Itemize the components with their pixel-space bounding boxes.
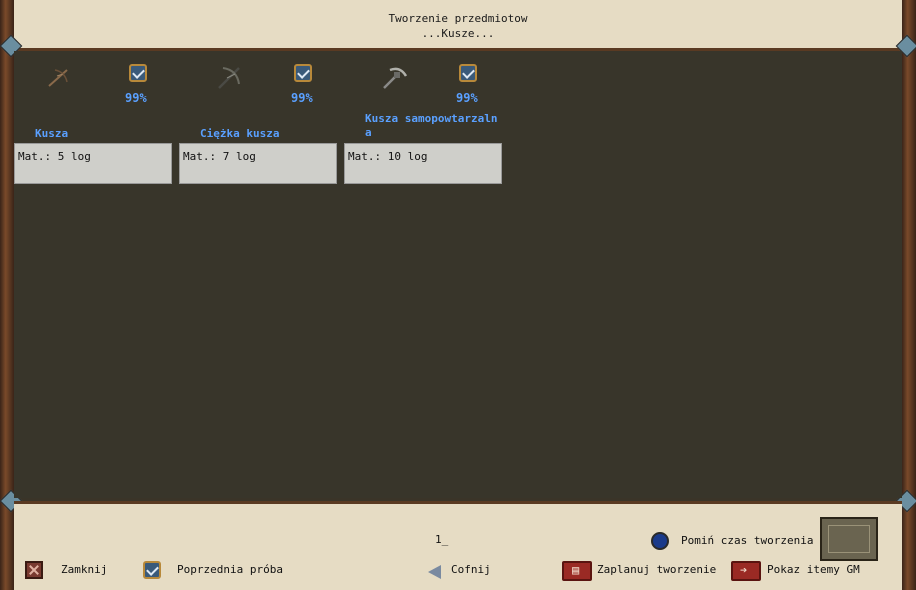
item-name: Kusza samopowtarzaln a bbox=[365, 112, 497, 140]
window-header: Tworzenie przedmiotow ...Kusze... bbox=[14, 0, 902, 51]
back-button[interactable]: Cofnij bbox=[451, 563, 491, 576]
crossbow-icon[interactable] bbox=[45, 64, 73, 92]
heavy-crossbow-icon[interactable] bbox=[215, 64, 243, 92]
page-number: 1_ bbox=[435, 533, 449, 546]
skip-time-radio[interactable] bbox=[651, 532, 669, 550]
success-chance: 99% bbox=[291, 91, 313, 105]
repeating-crossbow-icon[interactable] bbox=[380, 64, 408, 92]
material-text: Mat.: 7 log bbox=[183, 150, 256, 163]
show-gm-items-button[interactable]: Pokaz itemy GM bbox=[767, 563, 860, 576]
select-checkbox[interactable] bbox=[129, 64, 147, 82]
close-icon[interactable] bbox=[25, 561, 43, 579]
plan-scroll-icon[interactable] bbox=[562, 561, 592, 581]
select-checkbox[interactable] bbox=[459, 64, 477, 82]
items-area: 99% Kusza Mat.: 5 log 99% Ciężka kusza M… bbox=[14, 51, 902, 498]
window-subtitle: ...Kusze... bbox=[421, 27, 495, 40]
crafting-window: Tworzenie przedmiotow ...Kusze... 99% Ku… bbox=[0, 0, 916, 590]
material-text: Mat.: 5 log bbox=[18, 150, 91, 163]
success-chance: 99% bbox=[125, 91, 147, 105]
back-arrow-icon[interactable] bbox=[428, 565, 441, 579]
success-chance: 99% bbox=[456, 91, 478, 105]
item-name: Kusza bbox=[35, 127, 69, 140]
material-box: Mat.: 7 log bbox=[179, 143, 337, 184]
item-name: Ciężka kusza bbox=[200, 127, 280, 140]
material-text: Mat.: 10 log bbox=[348, 150, 428, 163]
previous-attempt-checkbox[interactable] bbox=[143, 561, 161, 579]
show-gm-arrow-icon[interactable] bbox=[731, 561, 761, 581]
item-name-line: Kusza samopowtarzaln bbox=[365, 112, 498, 125]
preview-panel bbox=[820, 517, 878, 561]
item-name-line: a bbox=[365, 126, 372, 139]
previous-attempt-button[interactable]: Poprzednia próba bbox=[177, 563, 283, 576]
material-box: Mat.: 10 log bbox=[344, 143, 502, 184]
window-footer: 1_ Pomiń czas tworzenia Zamknij Poprzedn… bbox=[14, 501, 902, 590]
select-checkbox[interactable] bbox=[294, 64, 312, 82]
window-title: Tworzenie przedmiotow bbox=[388, 12, 528, 25]
skip-time-label: Pomiń czas tworzenia bbox=[681, 534, 814, 547]
close-button[interactable]: Zamknij bbox=[61, 563, 107, 576]
material-box: Mat.: 5 log bbox=[14, 143, 172, 184]
plan-crafting-button[interactable]: Zaplanuj tworzenie bbox=[597, 563, 716, 576]
